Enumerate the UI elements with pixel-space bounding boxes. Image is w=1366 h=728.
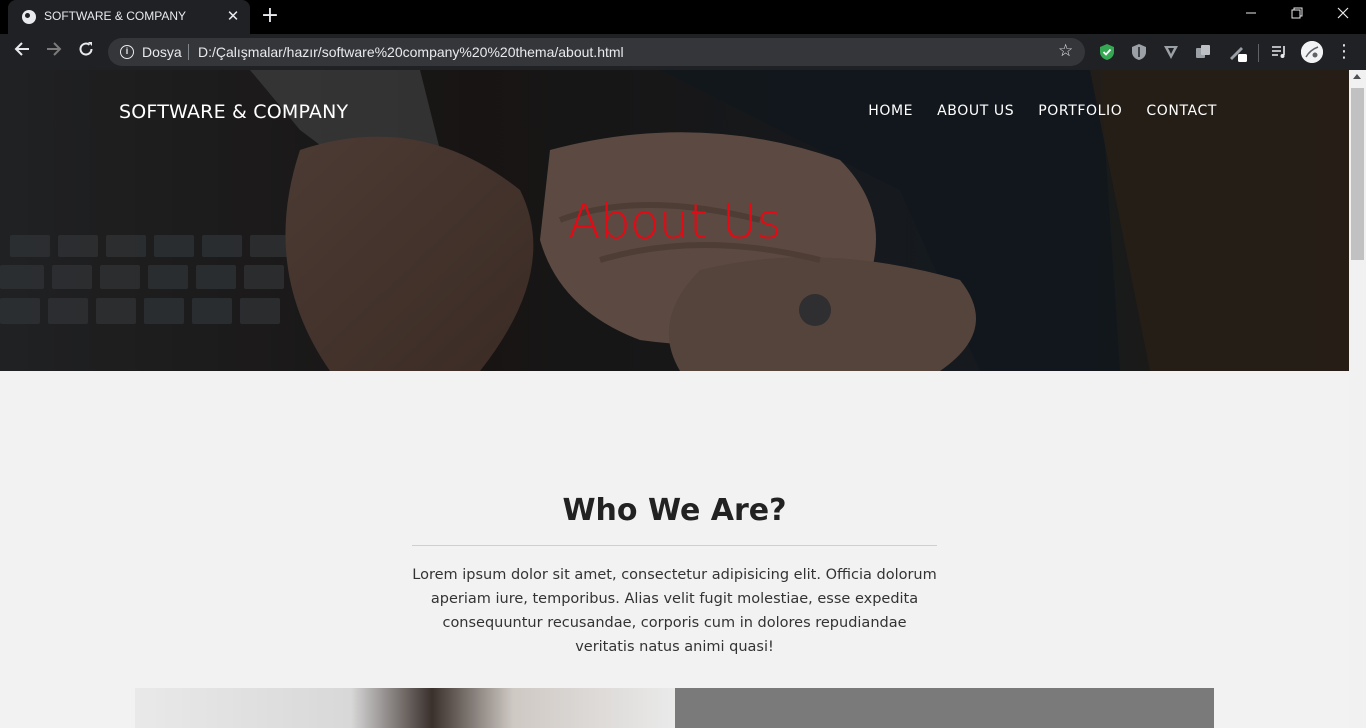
minimize-icon[interactable] <box>1228 0 1274 30</box>
section-text: Lorem ipsum dolor sit amet, consectetur … <box>412 567 937 655</box>
star-icon[interactable]: ☆ <box>1058 41 1073 61</box>
browser-tab[interactable]: SOFTWARE & COMPANY ✕ <box>8 0 250 34</box>
window-close-icon[interactable] <box>1320 0 1366 30</box>
tab-title: SOFTWARE & COMPANY <box>44 9 187 23</box>
v-icon[interactable] <box>1162 43 1180 61</box>
copy-icon[interactable] <box>1194 43 1212 61</box>
page-viewport: SOFTWARE & COMPANY HOME ABOUT US PORTFOL… <box>0 70 1366 728</box>
toolbar-separator <box>1258 44 1259 62</box>
nav-contact[interactable]: CONTACT <box>1146 103 1217 119</box>
reload-icon[interactable] <box>74 40 98 64</box>
shield-check-icon[interactable] <box>1098 43 1116 61</box>
globe-icon <box>22 10 36 24</box>
restore-icon[interactable] <box>1274 0 1320 30</box>
feature-image <box>135 688 675 728</box>
who-we-are-section: Who We Are? Lorem ipsum dolor sit amet, … <box>0 371 1349 728</box>
url-scheme-label: Dosya <box>142 44 182 60</box>
page-scrollbar[interactable] <box>1349 70 1366 728</box>
scroll-up-icon[interactable] <box>1353 74 1361 79</box>
browser-toolbar: i Dosya D:/Çalışmalar/hazır/software%20c… <box>0 34 1366 70</box>
pen-icon[interactable] <box>1228 43 1247 62</box>
section-title: Who We Are? <box>562 493 787 528</box>
nav-portfolio[interactable]: PORTFOLIO <box>1038 103 1122 119</box>
nav-home[interactable]: HOME <box>868 103 913 119</box>
main-nav: HOME ABOUT US PORTFOLIO CONTACT <box>868 103 1217 119</box>
hero-banner: SOFTWARE & COMPANY HOME ABOUT US PORTFOL… <box>0 70 1349 371</box>
close-icon[interactable]: ✕ <box>224 7 242 25</box>
url-separator <box>188 44 189 60</box>
more-icon[interactable]: ⋮ <box>1334 40 1354 64</box>
address-bar[interactable]: i Dosya D:/Çalışmalar/hazır/software%20c… <box>108 38 1085 66</box>
scroll-thumb[interactable] <box>1351 88 1364 260</box>
back-icon[interactable] <box>10 40 34 64</box>
feature-panel <box>675 688 1214 728</box>
section-divider <box>412 545 937 546</box>
shield-icon[interactable] <box>1130 43 1148 61</box>
queue-icon[interactable] <box>1270 43 1288 61</box>
tab-strip: SOFTWARE & COMPANY ✕ + <box>0 0 1366 34</box>
site-brand[interactable]: SOFTWARE & COMPANY <box>119 101 348 123</box>
plus-icon[interactable]: + <box>258 5 282 29</box>
forward-icon[interactable] <box>42 40 66 64</box>
hero-title: About Us <box>567 194 782 250</box>
url-text[interactable]: D:/Çalışmalar/hazır/software%20company%2… <box>198 44 624 60</box>
info-icon[interactable]: i <box>120 45 134 59</box>
avatar[interactable] <box>1301 41 1323 63</box>
nav-about-us[interactable]: ABOUT US <box>937 103 1014 119</box>
